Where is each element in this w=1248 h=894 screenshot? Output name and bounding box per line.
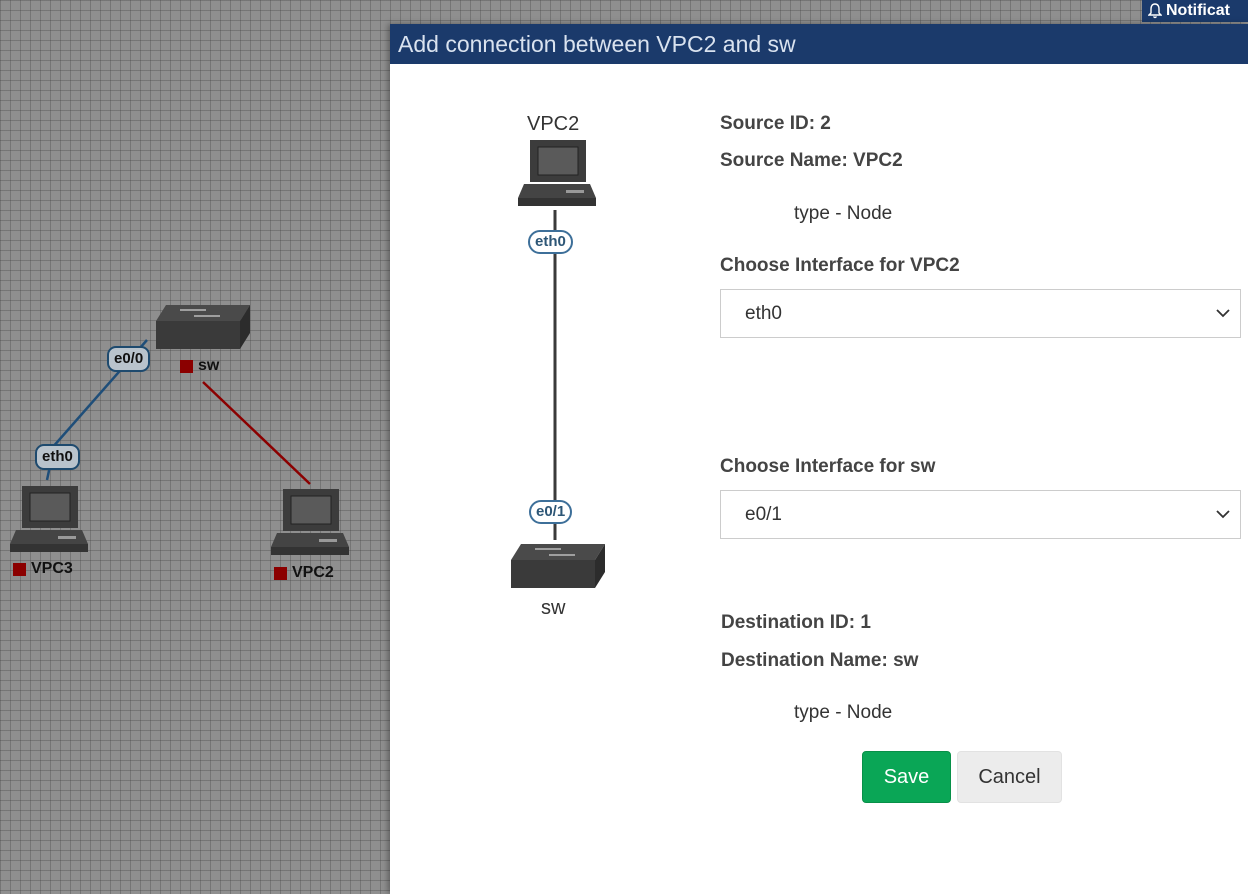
preview-source-name: VPC2	[527, 113, 580, 135]
preview-link-line	[553, 210, 557, 540]
node-label-sw: sw	[180, 357, 219, 375]
preview-source-node	[516, 138, 596, 215]
modal-header: Add connection between VPC2 and sw	[390, 24, 1248, 64]
node-vpc3[interactable]	[8, 484, 88, 561]
status-stopped-icon	[180, 359, 193, 373]
bell-icon	[1148, 3, 1162, 19]
cancel-button[interactable]: Cancel	[957, 751, 1062, 803]
node-name: sw	[198, 357, 220, 374]
iface-label-vpc3: eth0	[35, 444, 80, 470]
dest-type: type - Node	[794, 702, 893, 723]
preview-dest-iface: e0/1	[529, 500, 573, 524]
source-id: Source ID: 2	[720, 113, 831, 134]
preview-dest-name: sw	[541, 597, 566, 619]
source-interface-value: eth0	[745, 302, 782, 324]
source-interface-label: Choose Interface for VPC2	[720, 255, 960, 276]
node-label-vpc2: VPC2	[274, 564, 334, 582]
chevron-down-icon	[1216, 309, 1230, 318]
notifications-tab[interactable]: Notificat	[1142, 0, 1248, 22]
source-name: Source Name: VPC2	[720, 150, 903, 171]
pc-icon	[518, 140, 596, 206]
status-stopped-icon	[274, 566, 287, 580]
node-label-vpc3: VPC3	[13, 560, 73, 578]
node-vpc2[interactable]	[269, 487, 349, 564]
dest-id: Destination ID: 1	[721, 612, 871, 633]
switch-icon	[511, 544, 605, 588]
node-sw[interactable]	[150, 303, 252, 358]
dest-interface-select[interactable]: e0/1	[720, 490, 1241, 539]
node-name: VPC2	[292, 564, 334, 581]
node-name: VPC3	[31, 560, 73, 577]
iface-label-sw: e0/0	[107, 346, 151, 372]
switch-icon	[156, 305, 250, 349]
preview-dest-node	[505, 542, 607, 597]
link-sw-vpc2	[202, 381, 311, 485]
preview-source-iface: eth0	[528, 230, 573, 254]
status-stopped-icon	[13, 562, 26, 576]
modal-title: Add connection between VPC2 and sw	[398, 31, 796, 57]
save-button[interactable]: Save	[862, 751, 951, 803]
dest-name: Destination Name: sw	[721, 650, 919, 671]
notifications-label: Notificat	[1166, 2, 1230, 19]
dest-interface-value: e0/1	[745, 503, 782, 525]
dest-interface-label: Choose Interface for sw	[720, 456, 936, 477]
source-type: type - Node	[794, 203, 893, 224]
add-connection-modal: Add connection between VPC2 and sw VPC2 …	[390, 24, 1248, 894]
pc-icon	[10, 486, 88, 552]
source-interface-select[interactable]: eth0	[720, 289, 1241, 338]
pc-icon	[271, 489, 349, 555]
chevron-down-icon	[1216, 510, 1230, 519]
